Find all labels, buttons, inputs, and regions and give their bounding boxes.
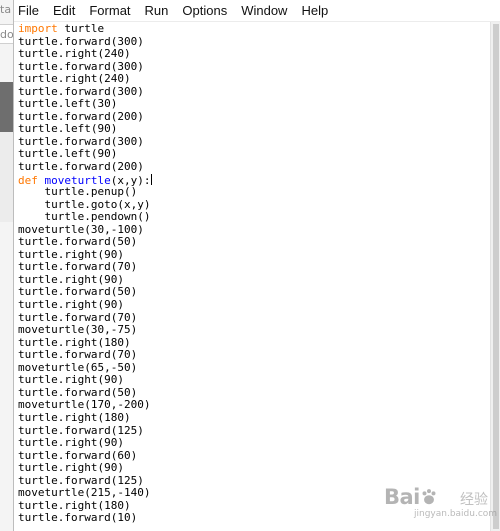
baidu-paw-icon <box>422 489 436 505</box>
watermark-logo: Bai <box>384 485 438 509</box>
menu-format[interactable]: Format <box>89 3 130 18</box>
code-line[interactable]: import turtle <box>18 22 490 36</box>
code-line[interactable]: turtle.right(90) <box>18 374 490 387</box>
background-window-panel <box>0 132 13 222</box>
code-line[interactable]: turtle.forward(200) <box>18 160 490 174</box>
code-line[interactable]: turtle.forward(70) <box>18 349 490 362</box>
menu-options[interactable]: Options <box>182 3 227 18</box>
scrollbar-thumb[interactable] <box>493 24 499 529</box>
code-line[interactable]: turtle.forward(50) <box>18 236 490 249</box>
menu-help[interactable]: Help <box>301 3 328 18</box>
menu-file[interactable]: File <box>18 3 39 18</box>
code-line[interactable]: turtle.right(240) <box>18 73 490 86</box>
code-line[interactable]: turtle.right(180) <box>18 411 490 425</box>
watermark-url: jingyan.baidu.com <box>414 509 498 519</box>
code-line[interactable]: turtle.pendown() <box>18 211 490 224</box>
menu-run[interactable]: Run <box>145 3 169 18</box>
code-line[interactable]: turtle.left(30) <box>18 98 490 111</box>
code-line[interactable]: turtle.right(90) <box>18 462 490 475</box>
code-line[interactable]: turtle.right(90) <box>18 298 490 312</box>
code-line[interactable]: moveturtle(30,-75) <box>18 324 490 337</box>
background-window-strip: ta do <box>0 0 13 531</box>
code-line[interactable]: turtle.penup() <box>18 186 490 199</box>
menu-window[interactable]: Window <box>241 3 287 18</box>
idle-editor-window: File Edit Format Run Options Window Help… <box>13 0 500 531</box>
background-window-text: ta <box>0 3 12 16</box>
text-cursor <box>151 173 153 185</box>
menu-bar: File Edit Format Run Options Window Help <box>14 0 500 22</box>
code-line[interactable]: turtle.right(90) <box>18 436 490 450</box>
watermark-logo-text: Bai <box>384 485 420 509</box>
background-window-field-text: do <box>0 28 13 41</box>
code-editor-text-area[interactable]: import turtle turtle.forward(300) turtle.r… <box>14 22 490 531</box>
background-window-dark-panel <box>0 82 13 132</box>
vertical-scrollbar[interactable] <box>490 22 500 531</box>
code-line[interactable]: turtle.right(240) <box>18 48 490 61</box>
baidu-jingyan-watermark: Bai 经验 jingyan.baidu.com <box>384 485 498 525</box>
watermark-suffix: 经验 <box>460 492 488 508</box>
menu-edit[interactable]: Edit <box>53 3 75 18</box>
